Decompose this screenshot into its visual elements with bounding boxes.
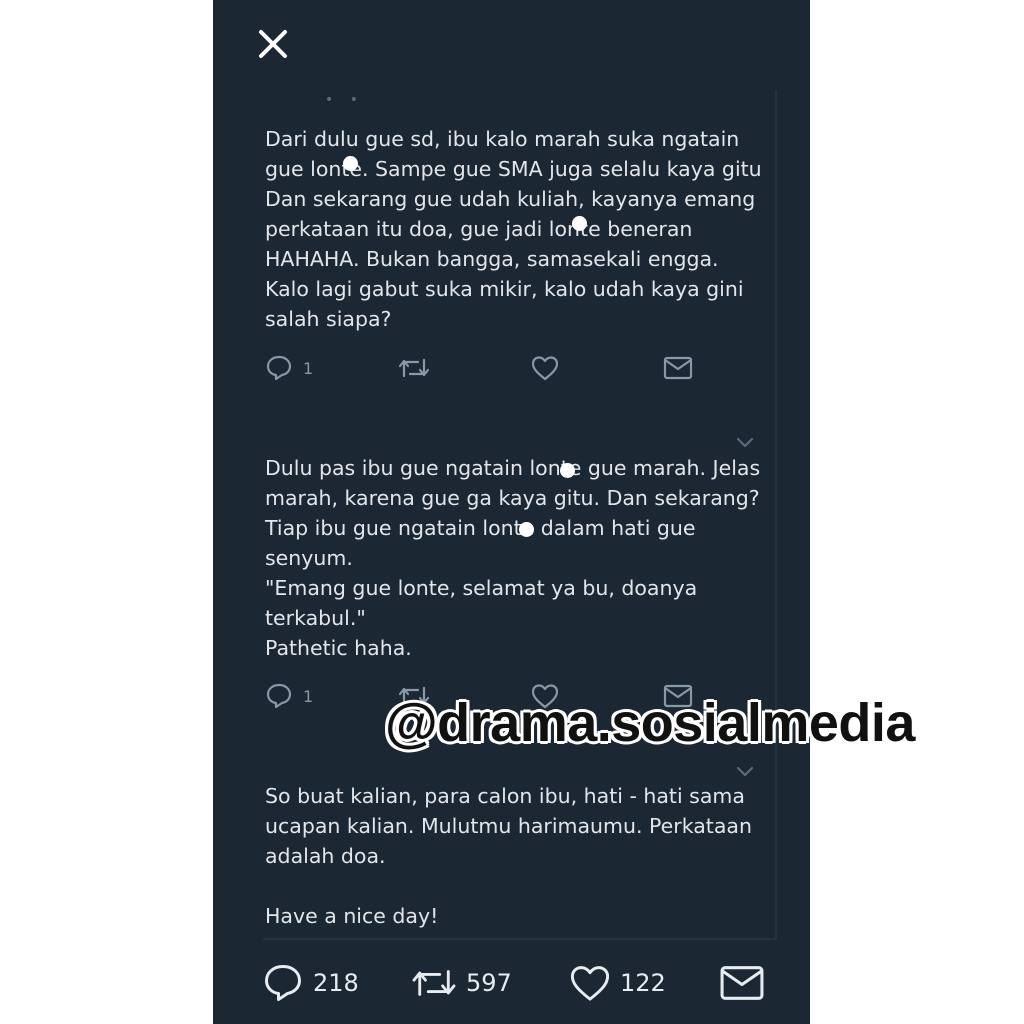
tweet-line: terkabul.": [265, 606, 366, 630]
like-icon: [570, 966, 610, 1001]
reply-count: 218: [313, 969, 359, 997]
like-icon: [531, 356, 559, 381]
reply-icon: [266, 355, 292, 381]
tweet-thread-screen: • • Dari dulu gue sd, ibu kalo marah suk…: [213, 0, 810, 1024]
tweet-line: HAHAHA. Bukan bangga, samasekali engga.: [265, 247, 719, 271]
retweet-icon: [412, 970, 456, 996]
retweet-button[interactable]: [398, 353, 430, 383]
dm-button[interactable]: [719, 958, 765, 1008]
close-icon: [259, 30, 287, 58]
tweet-line: Have a nice day!: [265, 904, 439, 928]
tweet-1-actions: 1: [265, 353, 705, 385]
tweet-3-text: So buat kalian, para calon ibu, hati - h…: [265, 781, 765, 931]
dm-icon: [663, 356, 693, 380]
reply-button[interactable]: 218: [261, 958, 359, 1008]
watermark-text: @drama.sosialmedia: [385, 693, 915, 753]
thread-bottom-divider: [263, 938, 777, 940]
censor-dot: [572, 216, 587, 231]
tweet-line: Dulu pas ibu gue ngatain lonte gue marah…: [265, 456, 761, 480]
dm-button[interactable]: [663, 353, 693, 383]
thread-connector-line: [775, 90, 777, 940]
main-tweet-actions: 218 597 122: [213, 958, 810, 1008]
reply-icon: [265, 965, 301, 1001]
tweet-line: marah, karena gue ga kaya gitu. Dan seka…: [265, 486, 760, 510]
tweet-line: Pathetic haha.: [265, 636, 412, 660]
chevron-down-icon[interactable]: [735, 765, 755, 779]
reply-icon: [266, 683, 292, 709]
tweet-line: gue lonte. Sampe gue SMA juga selalu kay…: [265, 157, 762, 181]
reply-button[interactable]: 1: [265, 681, 313, 711]
retweet-icon: [398, 358, 430, 378]
tweet-line: Tiap ibu gue ngatain lonte dalam hati gu…: [265, 516, 696, 540]
tweet-line: senyum.: [265, 546, 353, 570]
censor-dot: [519, 522, 534, 537]
tweet-line: Dari dulu gue sd, ibu kalo marah suka ng…: [265, 127, 740, 151]
dm-icon: [720, 966, 764, 1000]
tweet-line: perkataan itu doa, gue jadi lonte benera…: [265, 217, 693, 241]
close-button[interactable]: [253, 24, 293, 64]
reply-count: 1: [303, 358, 314, 378]
tweet-1-text: Dari dulu gue sd, ibu kalo marah suka ng…: [265, 124, 765, 334]
censor-dot: [343, 156, 358, 171]
tweet-line: Kalo lagi gabut suka mikir, kalo udah ka…: [265, 277, 744, 301]
chevron-down-icon[interactable]: [735, 436, 755, 450]
tweet-line: "Emang gue lonte, selamat ya bu, doanya: [265, 576, 698, 600]
like-button[interactable]: [530, 353, 560, 383]
tweet-line: adalah doa.: [265, 844, 386, 868]
retweet-button[interactable]: 597: [410, 958, 512, 1008]
tweet-line: ucapan kalian. Mulutmu harimaumu. Perkat…: [265, 814, 752, 838]
reply-count: 1: [303, 686, 314, 706]
censor-dot: [560, 463, 575, 478]
tweet-line: salah siapa?: [265, 307, 392, 331]
tweet-2-text: Dulu pas ibu gue ngatain lonte gue marah…: [265, 453, 765, 663]
reply-button[interactable]: 1: [265, 353, 313, 383]
like-button[interactable]: 122: [568, 958, 666, 1008]
tweet-line: Dan sekarang gue udah kuliah, kayanya em…: [265, 187, 756, 211]
thread-continuation-dots: • •: [325, 92, 364, 108]
retweet-count: 597: [466, 969, 512, 997]
tweet-line: So buat kalian, para calon ibu, hati - h…: [265, 784, 745, 808]
like-count: 122: [620, 969, 666, 997]
